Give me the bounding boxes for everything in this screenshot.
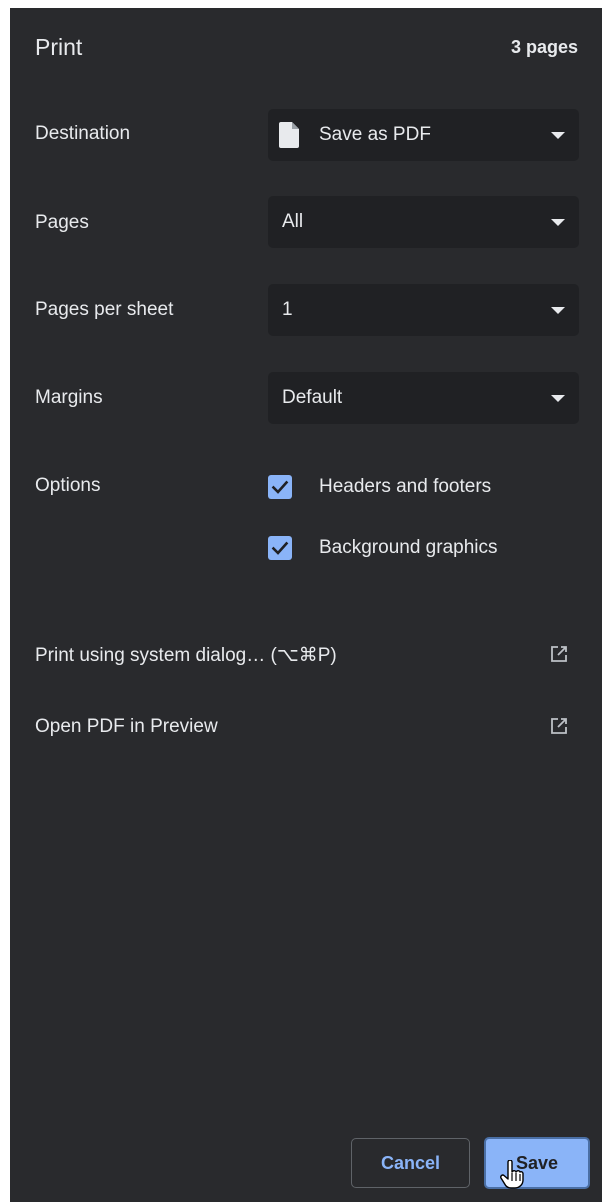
external-link-icon	[551, 646, 567, 662]
dialog-header: Print 3 pages	[10, 8, 602, 84]
chevron-down-icon	[551, 219, 565, 226]
checkmark-icon	[271, 541, 289, 555]
pages-label: Pages	[35, 212, 89, 233]
system-dialog-link[interactable]: Print using system dialog… (⌥⌘P)	[10, 638, 602, 674]
pages-per-sheet-label: Pages per sheet	[35, 299, 174, 320]
dialog-title: Print	[35, 34, 83, 60]
margins-label: Margins	[35, 387, 103, 408]
pages-value: All	[282, 211, 304, 232]
print-dialog: Print 3 pages Destination Save as PDF Pa…	[10, 8, 602, 1202]
cancel-button[interactable]: Cancel	[351, 1138, 470, 1188]
open-pdf-preview-label: Open PDF in Preview	[35, 716, 218, 737]
chevron-down-icon	[551, 307, 565, 314]
headers-footers-label[interactable]: Headers and footers	[319, 476, 491, 498]
destination-select[interactable]: Save as PDF	[268, 109, 579, 161]
chevron-down-icon	[551, 132, 565, 139]
pages-per-sheet-value: 1	[282, 299, 293, 320]
destination-label: Destination	[35, 123, 131, 144]
file-icon	[279, 122, 299, 148]
hand-pointer-icon	[500, 1160, 524, 1189]
open-pdf-preview-link[interactable]: Open PDF in Preview	[10, 710, 602, 746]
page-count: 3 pages	[510, 37, 578, 57]
destination-value: Save as PDF	[319, 124, 431, 145]
pages-per-sheet-select[interactable]: 1	[268, 284, 579, 336]
external-link-icon	[551, 718, 567, 734]
headers-footers-checkbox[interactable]	[268, 475, 292, 499]
system-dialog-label: Print using system dialog… (⌥⌘P)	[35, 645, 337, 666]
margins-select[interactable]: Default	[268, 372, 579, 424]
background-graphics-checkbox[interactable]	[268, 536, 292, 560]
pages-select[interactable]: All	[268, 196, 579, 248]
margins-value: Default	[282, 387, 343, 408]
chevron-down-icon	[551, 395, 565, 402]
background-graphics-label[interactable]: Background graphics	[319, 537, 498, 559]
checkmark-icon	[271, 480, 289, 494]
options-label: Options	[35, 475, 101, 496]
